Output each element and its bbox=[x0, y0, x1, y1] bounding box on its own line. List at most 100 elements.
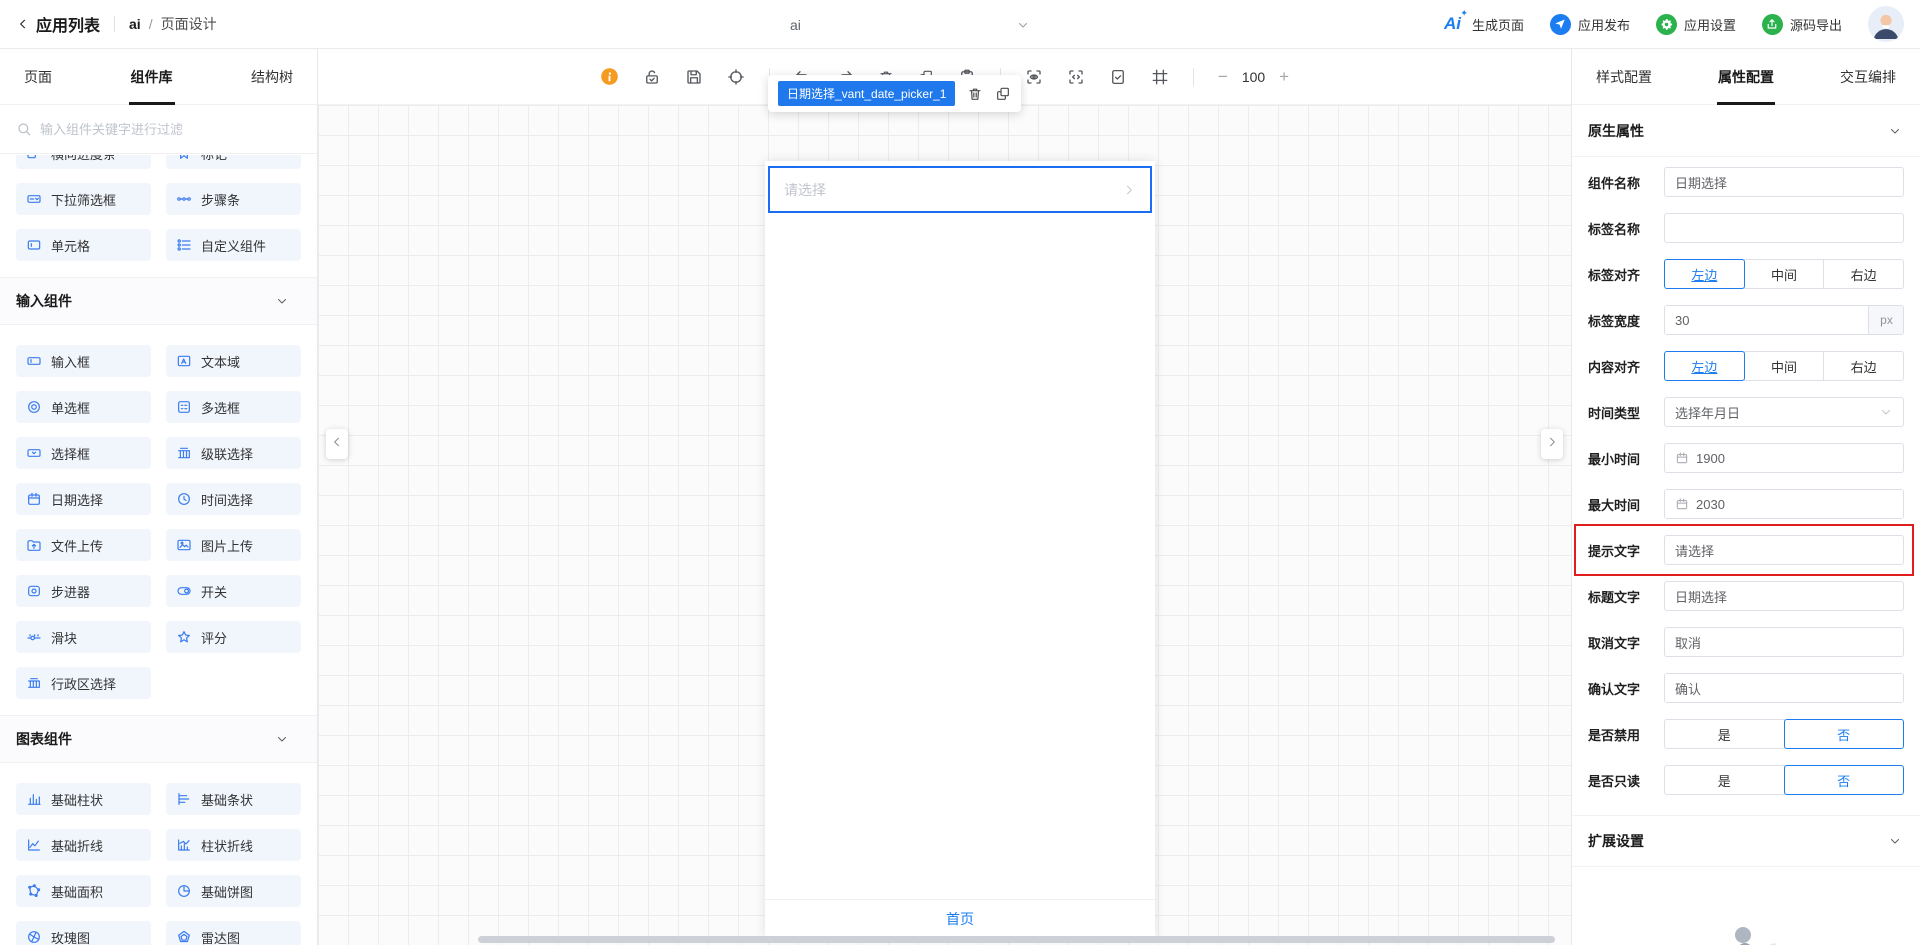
content-align-segmented: 左边 中间 右边 bbox=[1664, 351, 1905, 381]
component-label: 开关 bbox=[201, 584, 228, 600]
max-time-input[interactable]: 2030 bbox=[1664, 489, 1904, 519]
inspector-tab-interaction[interactable]: 交互编排 bbox=[1840, 49, 1896, 105]
component-group-header[interactable]: 图表组件 bbox=[0, 715, 317, 763]
property-row-disabled: 是否禁用 是否 bbox=[1588, 719, 1904, 749]
sidebar-tab-tree[interactable]: 结构树 bbox=[251, 49, 293, 105]
component-item[interactable]: 选择框 bbox=[16, 437, 151, 469]
time-type-select[interactable]: 选择年月日 bbox=[1664, 397, 1904, 427]
component-item[interactable]: 基础柱状 bbox=[16, 783, 151, 815]
label-width-input[interactable]: 30 px bbox=[1664, 305, 1904, 335]
canvas-grid[interactable]: 请选择 首页 bbox=[318, 105, 1571, 945]
zoom-out-button[interactable]: − bbox=[1218, 68, 1228, 85]
label-name-input[interactable] bbox=[1664, 213, 1904, 243]
label-align-option[interactable]: 左边 bbox=[1664, 259, 1745, 289]
component-item[interactable]: 横向进度条 bbox=[16, 155, 151, 169]
delete-component-icon[interactable] bbox=[967, 86, 983, 102]
inspector-tab-props[interactable]: 属性配置 bbox=[1718, 49, 1774, 105]
component-item[interactable]: 基础饼图 bbox=[166, 875, 301, 907]
label-align-option[interactable]: 中间 bbox=[1743, 259, 1825, 289]
toolbar-info-icon[interactable] bbox=[600, 67, 619, 86]
back-to-app-list[interactable]: 应用列表 bbox=[16, 12, 100, 36]
component-item[interactable]: 步骤条 bbox=[166, 183, 301, 215]
user-avatar[interactable] bbox=[1868, 6, 1904, 42]
component-item[interactable]: 行政区选择 bbox=[16, 667, 151, 699]
component-item[interactable]: 多选框 bbox=[166, 391, 301, 423]
app-publish-button[interactable]: 应用发布 bbox=[1549, 13, 1630, 35]
component-item[interactable]: 玫瑰图 bbox=[16, 921, 151, 945]
unit-suffix: px bbox=[1868, 306, 1903, 334]
component-item[interactable]: 图片上传 bbox=[166, 529, 301, 561]
component-item[interactable]: 文本域 bbox=[166, 345, 301, 377]
sidebar-tab-components[interactable]: 组件库 bbox=[131, 49, 173, 105]
tab-home[interactable]: 首页 bbox=[946, 909, 974, 929]
component-item[interactable]: 评分 bbox=[166, 621, 301, 653]
toolbar-frame-icon[interactable] bbox=[1151, 68, 1169, 86]
component-item[interactable]: 单元格 bbox=[16, 229, 151, 261]
action-label: 源码导出 bbox=[1789, 17, 1842, 33]
toolbar-unlock-icon[interactable] bbox=[643, 68, 661, 86]
zoom-control: − 100 + bbox=[1218, 68, 1289, 85]
disabled-option[interactable]: 是 bbox=[1664, 719, 1785, 749]
component-item[interactable]: 柱状折线 bbox=[166, 829, 301, 861]
content-align-option[interactable]: 右边 bbox=[1823, 351, 1905, 381]
component-label: 时间选择 bbox=[201, 492, 254, 508]
native-props-section[interactable]: 原生属性 bbox=[1572, 105, 1920, 157]
component-label: 日期选择 bbox=[51, 492, 104, 508]
source-export-button[interactable]: 源码导出 bbox=[1761, 13, 1842, 35]
component-item[interactable]: 基础条状 bbox=[166, 783, 301, 815]
component-item[interactable]: 标记 bbox=[166, 155, 301, 169]
component-item[interactable]: 基础折线 bbox=[16, 829, 151, 861]
collapse-left-panel[interactable] bbox=[326, 429, 348, 459]
content-align-option[interactable]: 左边 bbox=[1664, 351, 1745, 381]
component-item[interactable]: 滑块 bbox=[16, 621, 151, 653]
generate-page-button[interactable]: Ai ✦ 生成页面 bbox=[1444, 8, 1524, 34]
component-item[interactable]: 输入框 bbox=[16, 345, 151, 377]
search-input[interactable] bbox=[40, 121, 301, 137]
zoom-in-button[interactable]: + bbox=[1279, 68, 1289, 85]
collapse-right-panel[interactable] bbox=[1541, 429, 1563, 459]
phone-preview[interactable]: 请选择 首页 bbox=[765, 161, 1155, 937]
date-picker-component[interactable]: 请选择 bbox=[768, 166, 1152, 213]
toolbar-preview-eye-icon[interactable] bbox=[1025, 68, 1043, 86]
horizontal-scrollbar[interactable] bbox=[478, 936, 1555, 943]
component-item[interactable]: 下拉筛选框 bbox=[16, 183, 151, 215]
settings-icon bbox=[1655, 13, 1677, 35]
slider-icon bbox=[26, 629, 42, 645]
property-label: 内容对齐 bbox=[1588, 359, 1641, 375]
toolbar-code-view-icon[interactable] bbox=[1067, 68, 1085, 86]
input-value: 日期选择 bbox=[1675, 175, 1728, 191]
component-item[interactable]: 雷达图 bbox=[166, 921, 301, 945]
cancel-text-input[interactable]: 取消 bbox=[1664, 627, 1904, 657]
toolbar-save-icon[interactable] bbox=[685, 68, 703, 86]
app-settings-button[interactable]: 应用设置 bbox=[1655, 13, 1736, 35]
toolbar-crosshair-icon[interactable] bbox=[727, 68, 745, 86]
title-text-input[interactable]: 日期选择 bbox=[1664, 581, 1904, 611]
confirm-text-input[interactable]: 确认 bbox=[1664, 673, 1904, 703]
component-item[interactable]: 级联选择 bbox=[166, 437, 301, 469]
readonly-option[interactable]: 否 bbox=[1783, 765, 1904, 795]
min-time-input[interactable]: 1900 bbox=[1664, 443, 1904, 473]
component-item[interactable]: 基础面积 bbox=[16, 875, 151, 907]
component-group-header[interactable]: 输入组件 bbox=[0, 277, 317, 325]
component-item[interactable]: 开关 bbox=[166, 575, 301, 607]
component-item[interactable]: 文件上传 bbox=[16, 529, 151, 561]
label-align-option[interactable]: 右边 bbox=[1823, 259, 1905, 289]
component-item[interactable]: 日期选择 bbox=[16, 483, 151, 515]
component-item[interactable]: 步进器 bbox=[16, 575, 151, 607]
component-item[interactable]: 自定义组件 bbox=[166, 229, 301, 261]
sidebar-tab-pages[interactable]: 页面 bbox=[24, 49, 52, 105]
component-name-input[interactable]: 日期选择 bbox=[1664, 167, 1904, 197]
readonly-option[interactable]: 是 bbox=[1664, 765, 1785, 795]
extend-settings-section[interactable]: 扩展设置 bbox=[1572, 815, 1920, 867]
inspector-tab-style[interactable]: 样式配置 bbox=[1596, 49, 1652, 105]
component-item[interactable]: 单选框 bbox=[16, 391, 151, 423]
page-select-dropdown[interactable]: ai bbox=[770, 0, 1030, 49]
copy-component-icon[interactable] bbox=[995, 86, 1011, 102]
breadcrumb-app[interactable]: ai bbox=[129, 16, 141, 32]
content-align-option[interactable]: 中间 bbox=[1743, 351, 1825, 381]
back-label: 应用列表 bbox=[36, 18, 101, 35]
placeholder-text-input[interactable]: 请选择 bbox=[1664, 535, 1904, 565]
component-item[interactable]: 时间选择 bbox=[166, 483, 301, 515]
toolbar-doc-check-icon[interactable] bbox=[1109, 68, 1127, 86]
disabled-option[interactable]: 否 bbox=[1783, 719, 1904, 749]
